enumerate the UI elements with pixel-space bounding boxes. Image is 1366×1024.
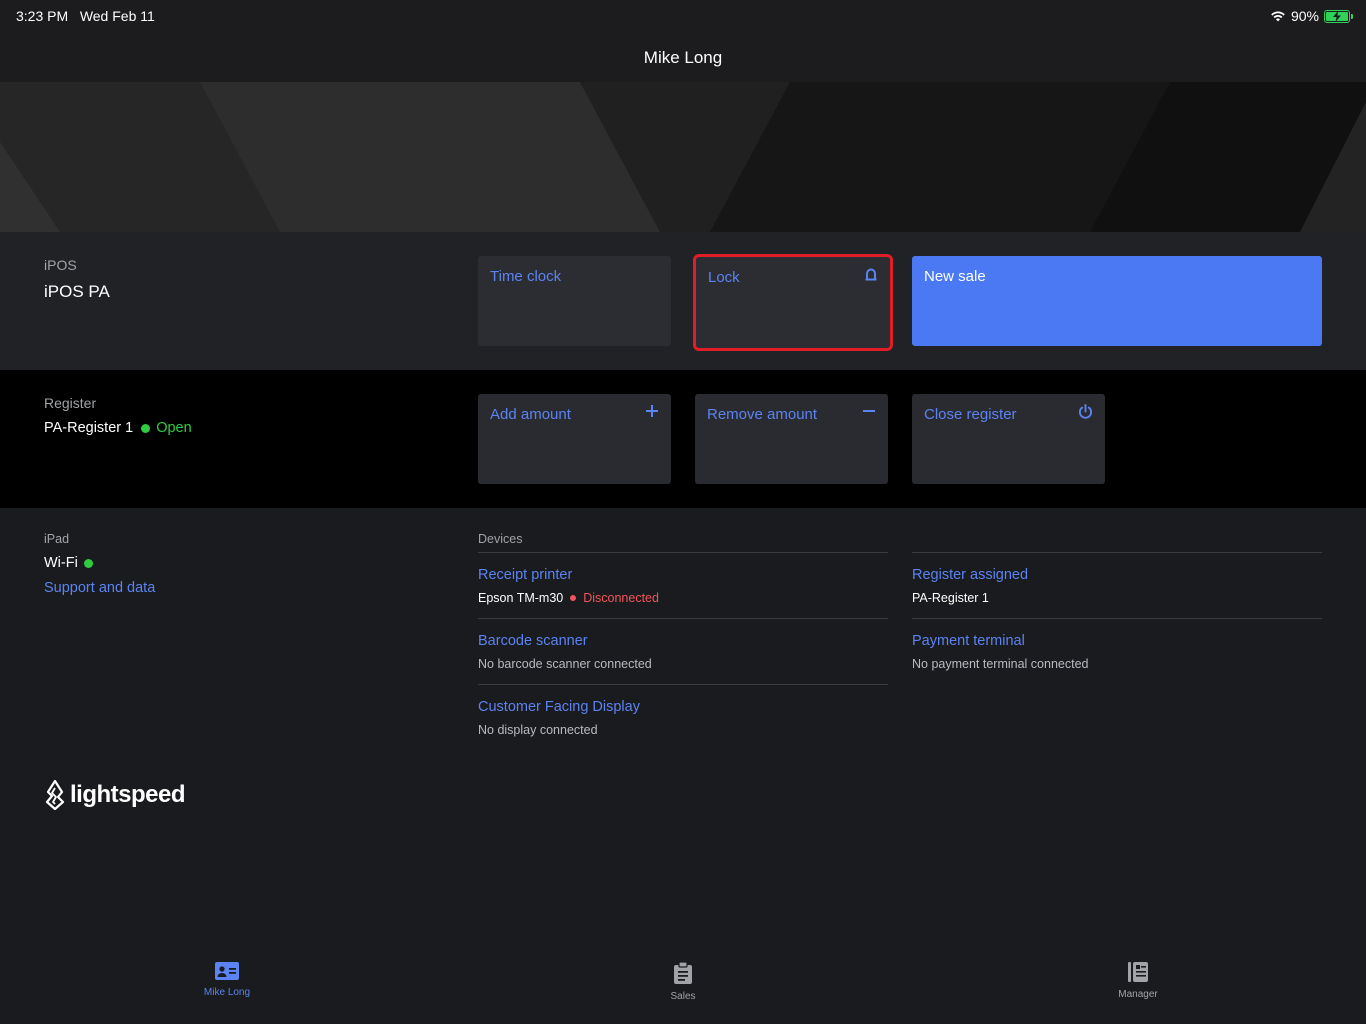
- flame-logo-icon: [45, 780, 65, 810]
- payment-terminal-status: No payment terminal connected: [912, 657, 1089, 671]
- customer-display-status: No display connected: [478, 723, 598, 737]
- receipt-printer-model: Epson TM-m30: [478, 591, 564, 605]
- tab-label: Mike Long: [203, 987, 251, 998]
- ipos-caption: iPOS: [44, 257, 77, 273]
- ipad-section: iPad Wi-Fi Support and data Devices Rece…: [0, 508, 1366, 944]
- add-amount-button[interactable]: Add amount: [478, 394, 671, 484]
- wifi-status: Wi-Fi: [44, 555, 93, 571]
- lock-button[interactable]: Lock: [693, 254, 893, 351]
- tab-bar: Mike Long Sales Manager: [0, 944, 1366, 1024]
- status-date: Wed Feb 11: [79, 8, 155, 24]
- power-icon: [1078, 404, 1093, 419]
- logo-text: lightspeed: [70, 781, 186, 808]
- tab-mike-long[interactable]: Mike Long: [167, 962, 287, 998]
- close-register-button[interactable]: Close register: [912, 394, 1105, 484]
- barcode-scanner-status: No barcode scanner connected: [478, 657, 652, 671]
- close-register-label: Close register: [924, 406, 1017, 423]
- tab-label: Sales: [670, 991, 696, 1002]
- register-assigned-link[interactable]: Register assigned: [912, 567, 1028, 583]
- battery-icon: [1324, 9, 1353, 23]
- printer-disconnected-status: Disconnected: [583, 591, 659, 605]
- lightspeed-logo: lightspeed: [44, 780, 186, 810]
- time-clock-button[interactable]: Time clock: [478, 256, 671, 346]
- plus-icon: [646, 405, 658, 417]
- register-name: PA-Register 1: [44, 420, 134, 436]
- receipt-printer-status: Epson TM-m30 Disconnected: [478, 591, 659, 605]
- printer-status-dot: [570, 595, 577, 601]
- divider: [912, 618, 1322, 619]
- wifi-icon: [1271, 11, 1285, 22]
- status-bar: 3:23 PM Wed Feb 11 90%: [0, 0, 1366, 32]
- divider: [478, 684, 888, 685]
- devices-caption: Devices: [478, 532, 523, 546]
- tab-manager[interactable]: Manager: [1078, 962, 1198, 1000]
- add-amount-label: Add amount: [490, 406, 571, 423]
- customer-display-link[interactable]: Customer Facing Display: [478, 699, 640, 715]
- remove-amount-label: Remove amount: [707, 406, 818, 423]
- ipos-section: iPOS iPOS PA Time clock Lock New sale: [0, 232, 1366, 370]
- battery-percent: 90%: [1290, 8, 1319, 24]
- new-sale-label: New sale: [924, 268, 986, 285]
- barcode-scanner-link[interactable]: Barcode scanner: [478, 633, 588, 649]
- navigation-bar: Mike Long: [0, 32, 1366, 82]
- hero-banner: [0, 82, 1366, 232]
- status-clock: 3:23 PM: [16, 8, 69, 24]
- ipad-caption: iPad: [44, 532, 70, 546]
- remove-amount-button[interactable]: Remove amount: [695, 394, 888, 484]
- wifi-status-dot: [83, 558, 93, 568]
- receipt-printer-link[interactable]: Receipt printer: [478, 567, 572, 583]
- ipos-name: iPOS PA: [44, 282, 110, 301]
- support-and-data-link[interactable]: Support and data: [44, 580, 155, 596]
- divider: [478, 552, 888, 553]
- register-info: PA-Register 1 Open: [44, 420, 192, 436]
- status-indicators: 90%: [1270, 8, 1353, 24]
- tab-label: Manager: [1118, 989, 1158, 1000]
- time-clock-label: Time clock: [490, 268, 562, 285]
- clipboard-icon: [674, 961, 692, 984]
- charging-bolt-icon: [1333, 10, 1341, 22]
- wifi-label: Wi-Fi: [44, 555, 78, 571]
- register-status: Open: [156, 420, 192, 436]
- payment-terminal-link[interactable]: Payment terminal: [912, 633, 1025, 649]
- register-status-dot: [141, 423, 151, 433]
- minus-icon: [863, 410, 875, 412]
- divider: [912, 552, 1322, 553]
- lock-icon: [865, 268, 877, 281]
- hero-pattern: [0, 82, 1366, 232]
- register-section: Register PA-Register 1 Open Add amount R…: [0, 370, 1366, 508]
- status-time: 3:23 PM Wed Feb 11: [16, 8, 155, 24]
- lock-label: Lock: [708, 269, 740, 286]
- register-caption: Register: [44, 395, 97, 411]
- ledger-icon: [1128, 962, 1148, 982]
- divider: [478, 618, 888, 619]
- new-sale-button[interactable]: New sale: [912, 256, 1322, 346]
- register-assigned-value: PA-Register 1: [912, 591, 989, 605]
- id-card-icon: [215, 962, 239, 980]
- tab-sales[interactable]: Sales: [623, 961, 743, 1002]
- page-title: Mike Long: [643, 48, 723, 67]
